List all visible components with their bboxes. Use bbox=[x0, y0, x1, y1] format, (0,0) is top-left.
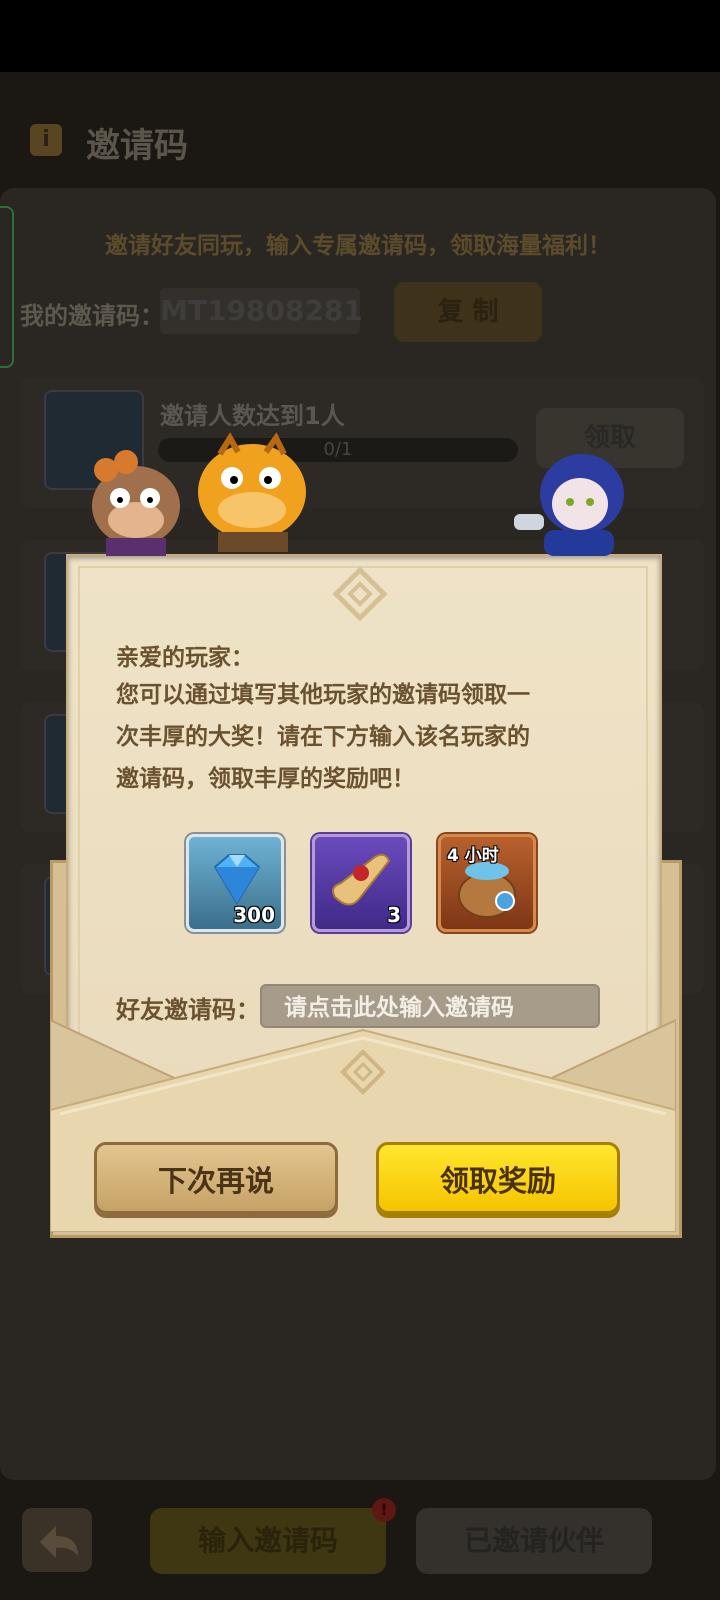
letter-greeting: 亲爱的玩家： bbox=[116, 645, 254, 671]
ornament-icon bbox=[332, 566, 388, 622]
letter-body: 您可以通过填写其他玩家的邀请码领取一 次丰厚的大奖！请在下方输入该名玩家的 邀请… bbox=[116, 674, 596, 800]
letter-line: 次丰厚的大奖！请在下方输入该名玩家的 bbox=[116, 724, 530, 750]
letter-line: 邀请码，领取丰厚的奖励吧！ bbox=[116, 766, 415, 792]
blue-hair-character-icon bbox=[514, 454, 624, 556]
notification-badge: ! bbox=[372, 1498, 396, 1522]
letter-line: 您可以通过填写其他玩家的邀请码领取一 bbox=[116, 682, 530, 708]
status-bar bbox=[0, 0, 720, 72]
side-tab bbox=[0, 206, 14, 368]
reward-count: 300 bbox=[233, 903, 275, 927]
reward-loot-bag[interactable]: 4 小时 bbox=[438, 834, 536, 932]
my-code-label: 我的邀请码： bbox=[20, 302, 164, 330]
task-title: 邀请人数达到1人 bbox=[160, 402, 345, 430]
my-code-value: MT19808281 bbox=[160, 288, 363, 334]
info-icon: i bbox=[30, 124, 62, 156]
reward-count: 3 bbox=[387, 903, 401, 927]
tiger-character-icon bbox=[198, 432, 306, 552]
reward-diamond[interactable]: 300 bbox=[186, 834, 284, 932]
page-title: 邀请码 bbox=[86, 126, 188, 166]
reward-scroll[interactable]: 3 bbox=[312, 834, 410, 932]
invite-intro: 邀请好友同玩，输入专属邀请码，领取海量福利！ bbox=[105, 233, 611, 259]
back-button[interactable] bbox=[22, 1508, 92, 1572]
claim-reward-button[interactable]: 领取奖励 bbox=[376, 1142, 620, 1214]
cow-character-icon bbox=[92, 450, 180, 556]
invited-partners-button[interactable]: 已邀请伙伴 bbox=[416, 1508, 652, 1574]
copy-button[interactable]: 复 制 bbox=[394, 282, 542, 342]
back-arrow-icon bbox=[40, 1526, 78, 1558]
later-button[interactable]: 下次再说 bbox=[94, 1142, 338, 1214]
reward-timer: 4 小时 bbox=[447, 846, 499, 866]
enter-code-button[interactable]: 输入邀请码 bbox=[150, 1508, 386, 1574]
